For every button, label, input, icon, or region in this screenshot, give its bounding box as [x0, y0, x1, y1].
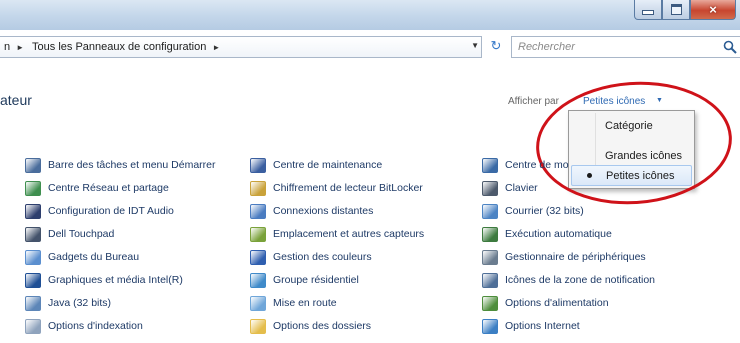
- audio-icon: [25, 203, 41, 219]
- cp-item-label: Connexions distantes: [273, 205, 374, 217]
- search-placeholder: Rechercher: [518, 41, 575, 53]
- network-icon: [25, 180, 41, 196]
- cp-item-label: Chiffrement de lecteur BitLocker: [273, 182, 423, 194]
- cp-item-label: Gadgets du Bureau: [48, 251, 140, 263]
- search-icon[interactable]: [722, 39, 738, 55]
- cp-item-power-options[interactable]: Options d'alimentation: [482, 294, 609, 312]
- cp-item-dell-touchpad[interactable]: Dell Touchpad: [25, 225, 114, 243]
- cp-item-keyboard[interactable]: Clavier: [482, 179, 538, 197]
- cp-item-label: Options des dossiers: [273, 320, 372, 332]
- cp-item-label: Mise en route: [273, 297, 337, 309]
- cp-item-label: Dell Touchpad: [48, 228, 115, 240]
- cp-item-label: Options d'alimentation: [505, 297, 609, 309]
- cp-item-autoplay[interactable]: Exécution automatique: [482, 225, 612, 243]
- cp-item-label: Centre Réseau et partage: [48, 182, 169, 194]
- cp-item-label: Clavier: [505, 182, 538, 194]
- cp-item-java[interactable]: Java (32 bits): [25, 294, 111, 312]
- address-bar[interactable]: n ► Tous les Panneaux de configuration ►…: [0, 36, 482, 58]
- mail-icon: [482, 203, 498, 219]
- folder-icon: [250, 318, 266, 334]
- touchpad-icon: [25, 226, 41, 242]
- cp-item-action-center[interactable]: Centre de maintenance: [250, 156, 382, 174]
- color-icon: [250, 249, 266, 265]
- cp-item-label: Centre de maintenance: [273, 159, 383, 171]
- cp-item-remote-connections[interactable]: Connexions distantes: [250, 202, 373, 220]
- close-button[interactable]: ×: [690, 0, 736, 20]
- cp-item-homegroup[interactable]: Groupe résidentiel: [250, 271, 359, 289]
- indexing-icon: [25, 318, 41, 334]
- cp-item-bitlocker[interactable]: Chiffrement de lecteur BitLocker: [250, 179, 423, 197]
- breadcrumb-partial[interactable]: n: [4, 41, 10, 53]
- notification-icon: [482, 272, 498, 288]
- cp-item-label: Exécution automatique: [505, 228, 612, 240]
- cp-item-taskbar[interactable]: Barre des tâches et menu Démarrer: [25, 156, 216, 174]
- cp-item-idt-audio[interactable]: Configuration de IDT Audio: [25, 202, 174, 220]
- cp-item-label: Centre de mo: [505, 159, 569, 171]
- search-input[interactable]: Rechercher: [511, 36, 740, 58]
- close-icon: ×: [709, 2, 717, 17]
- refresh-icon[interactable]: ↻: [486, 38, 506, 56]
- cp-item-internet-options[interactable]: Options Internet: [482, 317, 580, 335]
- cp-item-label: Courrier (32 bits): [505, 205, 584, 217]
- cp-item-label: Groupe résidentiel: [273, 274, 359, 286]
- cp-item-label: Options Internet: [505, 320, 580, 332]
- cp-item-label: Graphiques et média Intel(R): [48, 274, 183, 286]
- minimize-icon: [642, 10, 654, 15]
- autoplay-icon: [482, 226, 498, 242]
- annotation-circle: [531, 75, 737, 211]
- sensor-icon: [250, 226, 266, 242]
- address-history-dropdown-icon[interactable]: ▼: [471, 41, 479, 50]
- cp-item-label: Options d'indexation: [48, 320, 143, 332]
- cp-item-folder-options[interactable]: Options des dossiers: [250, 317, 371, 335]
- cp-item-label: Configuration de IDT Audio: [48, 205, 174, 217]
- mobility-icon: [482, 157, 498, 173]
- cp-item-gadgets[interactable]: Gadgets du Bureau: [25, 248, 139, 266]
- breadcrumb-separator-icon[interactable]: ►: [212, 43, 220, 52]
- breadcrumb-separator-icon[interactable]: ►: [16, 43, 24, 52]
- cp-item-getting-started[interactable]: Mise en route: [250, 294, 337, 312]
- cp-item-location-sensors[interactable]: Emplacement et autres capteurs: [250, 225, 424, 243]
- cp-item-label: Gestionnaire de périphériques: [505, 251, 646, 263]
- minimize-button[interactable]: [634, 0, 662, 20]
- cp-item-color-management[interactable]: Gestion des couleurs: [250, 248, 372, 266]
- cp-item-intel-graphics[interactable]: Graphiques et média Intel(R): [25, 271, 183, 289]
- cp-item-indexing[interactable]: Options d'indexation: [25, 317, 143, 335]
- cp-item-mail[interactable]: Courrier (32 bits): [482, 202, 584, 220]
- flag-icon: [250, 157, 266, 173]
- cp-item-notification-icons[interactable]: Icônes de la zone de notification: [482, 271, 655, 289]
- getting-started-icon: [250, 295, 266, 311]
- cp-item-device-manager[interactable]: Gestionnaire de périphériques: [482, 248, 646, 266]
- java-icon: [25, 295, 41, 311]
- window-title-bar: ×: [0, 0, 740, 30]
- navigation-bar: n ► Tous les Panneaux de configuration ►…: [0, 36, 740, 62]
- page-title: ateur: [0, 92, 32, 108]
- internet-options-icon: [482, 318, 498, 334]
- window-controls: ×: [634, 0, 736, 20]
- bitlocker-icon: [250, 180, 266, 196]
- keyboard-icon: [482, 180, 498, 196]
- cp-item-label: Gestion des couleurs: [273, 251, 372, 263]
- cp-item-label: Icônes de la zone de notification: [505, 274, 656, 286]
- maximize-icon: [670, 4, 682, 15]
- cp-item-mobility-center[interactable]: Centre de mo: [482, 156, 569, 174]
- remote-icon: [250, 203, 266, 219]
- view-by-label: Afficher par: [508, 96, 559, 107]
- gadgets-icon: [25, 249, 41, 265]
- device-manager-icon: [482, 249, 498, 265]
- intel-graphics-icon: [25, 272, 41, 288]
- taskbar-icon: [25, 157, 41, 173]
- homegroup-icon: [250, 272, 266, 288]
- breadcrumb-all-control-panel[interactable]: Tous les Panneaux de configuration: [32, 41, 206, 53]
- cp-item-network[interactable]: Centre Réseau et partage: [25, 179, 169, 197]
- cp-item-label: Barre des tâches et menu Démarrer: [48, 159, 216, 171]
- cp-item-label: Java (32 bits): [48, 297, 112, 309]
- maximize-button[interactable]: [662, 0, 690, 20]
- cp-item-label: Emplacement et autres capteurs: [273, 228, 425, 240]
- power-icon: [482, 295, 498, 311]
